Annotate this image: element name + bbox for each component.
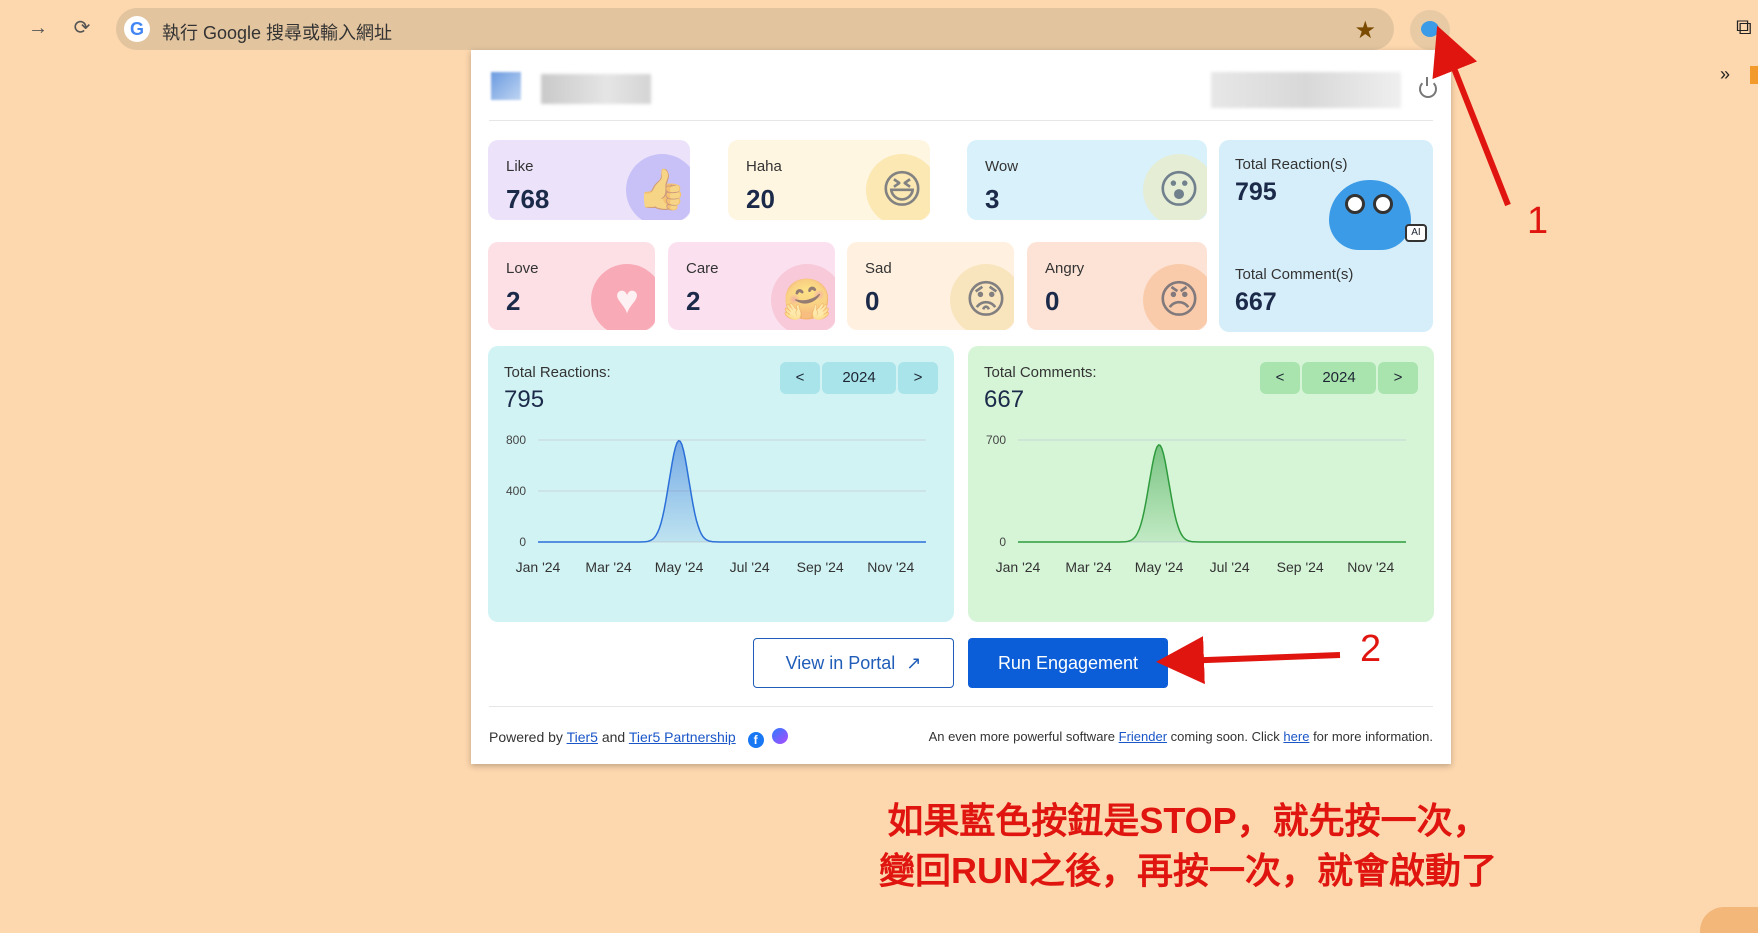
instruction-line-1: 如果藍色按鈕是STOP，就先按一次，: [887, 800, 1489, 841]
arrow-to-extension: [1432, 25, 1511, 207]
arrow-to-run-button: [1156, 636, 1341, 685]
step-one-label: 1: [1527, 200, 1549, 242]
edit-corner-button[interactable]: [1700, 907, 1758, 933]
step-two-label: 2: [1360, 628, 1382, 670]
instruction-line-2: 變回RUN之後，再按一次，就會啟動了: [879, 850, 1497, 891]
